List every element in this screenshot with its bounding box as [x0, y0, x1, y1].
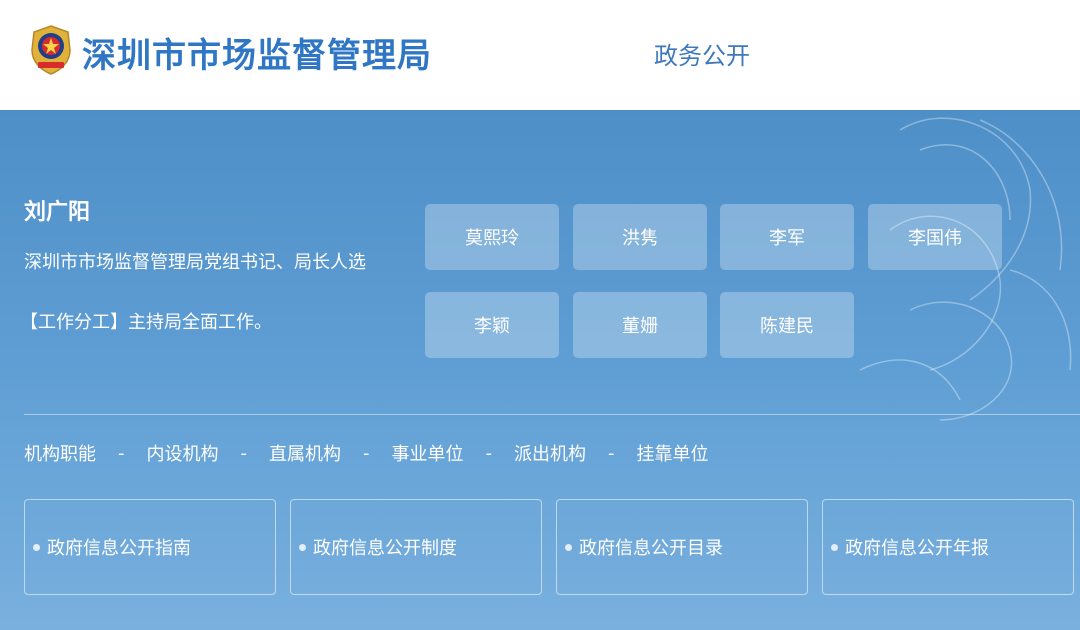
section-divider [24, 414, 1080, 415]
official-button[interactable]: 莫熙玲 [425, 204, 559, 270]
info-card-label: 政府信息公开年报 [845, 538, 989, 559]
official-button[interactable]: 洪隽 [573, 204, 707, 270]
bullet-dot-icon [831, 543, 838, 551]
nav-link-government-affairs[interactable]: 政务公开 [654, 36, 750, 71]
org-separator: - [118, 442, 125, 464]
org-separator: - [485, 442, 493, 464]
org-separator: - [363, 442, 370, 464]
info-card-system[interactable]: 政府信息公开制度 [290, 499, 542, 595]
org-nav: 机构职能 - 内设机构 - 直属机构 - 事业单位 - 派出机构 - 挂靠单位 [24, 440, 709, 466]
site-header: 深圳市市场监督管理局 政务公开 [0, 0, 1080, 110]
org-link-internal-departments[interactable]: 内设机构 [147, 440, 219, 466]
official-button[interactable]: 陈建民 [720, 292, 854, 358]
info-card-annual-report[interactable]: 政府信息公开年报 [822, 499, 1074, 595]
official-button[interactable]: 李国伟 [868, 204, 1002, 270]
org-link-public-institutions[interactable]: 事业单位 [392, 440, 464, 466]
leadership-panel: 刘广阳 深圳市市场监督管理局党组书记、局长人选 【工作分工】主持局全面工作。 莫… [0, 110, 1080, 630]
bullet-dot-icon [33, 543, 40, 551]
info-card-label: 政府信息公开制度 [313, 538, 457, 559]
official-button[interactable]: 董姗 [573, 292, 707, 358]
info-card-guide[interactable]: 政府信息公开指南 [24, 499, 276, 595]
official-button[interactable]: 李颖 [425, 292, 559, 358]
org-link-branch-offices[interactable]: 派出机构 [514, 440, 586, 466]
org-link-functions[interactable]: 机构职能 [24, 440, 96, 466]
org-link-affiliated-agencies[interactable]: 直属机构 [269, 440, 341, 466]
official-button[interactable]: 李军 [720, 204, 854, 270]
info-card-label: 政府信息公开指南 [47, 538, 191, 559]
leader-duty: 【工作分工】主持局全面工作。 [20, 312, 272, 333]
info-card-catalog[interactable]: 政府信息公开目录 [556, 499, 808, 595]
bullet-dot-icon [565, 543, 572, 551]
police-emblem-icon[interactable] [26, 24, 76, 76]
leader-title: 深圳市市场监督管理局党组书记、局长人选 [24, 252, 366, 273]
site-title[interactable]: 深圳市市场监督管理局 [82, 28, 432, 77]
bullet-dot-icon [299, 543, 306, 551]
org-separator: - [240, 442, 248, 464]
leader-name[interactable]: 刘广阳 [24, 194, 90, 226]
org-link-attached-units[interactable]: 挂靠单位 [637, 440, 709, 466]
flower-decoration-icon [860, 117, 1072, 421]
info-card-label: 政府信息公开目录 [579, 538, 723, 559]
org-separator: - [608, 442, 615, 464]
